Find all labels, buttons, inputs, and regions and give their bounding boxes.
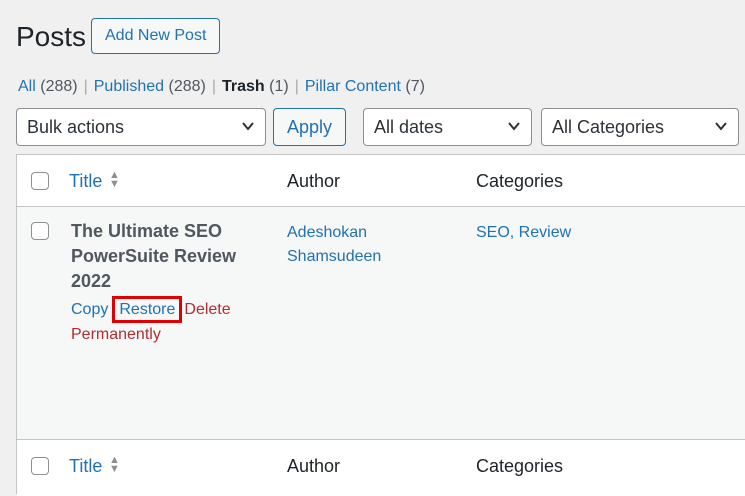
row-actions: Copy Restore Delete Permanently (71, 296, 261, 347)
post-author-link[interactable]: Adeshokan Shamsudeen (287, 221, 437, 269)
post-title: The Ultimate SEO PowerSuite Review 2022 (71, 221, 237, 291)
categories-column-header: Categories (476, 171, 564, 191)
title-column-footer[interactable]: Title (69, 456, 102, 477)
filter-trash[interactable]: Trash (1) (222, 78, 289, 95)
table-footer: Title ▲ ▼ Author Categories (17, 439, 745, 496)
filter-pillar-content[interactable]: Pillar Content (7) (305, 78, 425, 95)
sort-arrows-icon[interactable]: ▲ ▼ (109, 170, 120, 190)
filter-all[interactable]: All (288) (18, 78, 78, 95)
page-title: Posts (16, 21, 87, 52)
status-filters: All (288) | Published (288) | Trash (1) | Pill… (18, 78, 425, 95)
categories-column-footer: Categories (476, 456, 564, 476)
author-column-footer: Author (287, 456, 341, 476)
chevron-down-icon (507, 109, 521, 158)
posts-table: Title ▲ ▼ Author Categories The Ultimate … (16, 154, 745, 496)
apply-button[interactable]: Apply (273, 108, 347, 146)
filter-published[interactable]: Published (288) (94, 78, 206, 95)
chevron-down-icon (241, 109, 255, 158)
select-all-checkbox[interactable] (31, 172, 49, 190)
copy-link[interactable]: Copy (71, 301, 108, 318)
categories-filter-select[interactable]: All Categories (541, 108, 739, 146)
add-new-post-button[interactable]: Add New Post (91, 18, 221, 54)
title-column-header[interactable]: Title (69, 171, 102, 192)
author-column-header: Author (287, 171, 341, 191)
chevron-down-icon (714, 109, 728, 158)
select-all-checkbox-footer[interactable] (31, 457, 49, 475)
table-row: The Ultimate SEO PowerSuite Review 2022 … (17, 207, 745, 439)
restore-link[interactable]: Restore (112, 296, 183, 323)
sort-arrows-icon[interactable]: ▲ ▼ (109, 455, 120, 475)
table-header: Title ▲ ▼ Author Categories (17, 155, 745, 207)
bulk-actions-select[interactable]: Bulk actions (16, 108, 266, 146)
post-categories-link[interactable]: SEO, Review (476, 221, 571, 245)
row-checkbox[interactable] (31, 222, 49, 240)
dates-filter-select[interactable]: All dates (363, 108, 532, 146)
